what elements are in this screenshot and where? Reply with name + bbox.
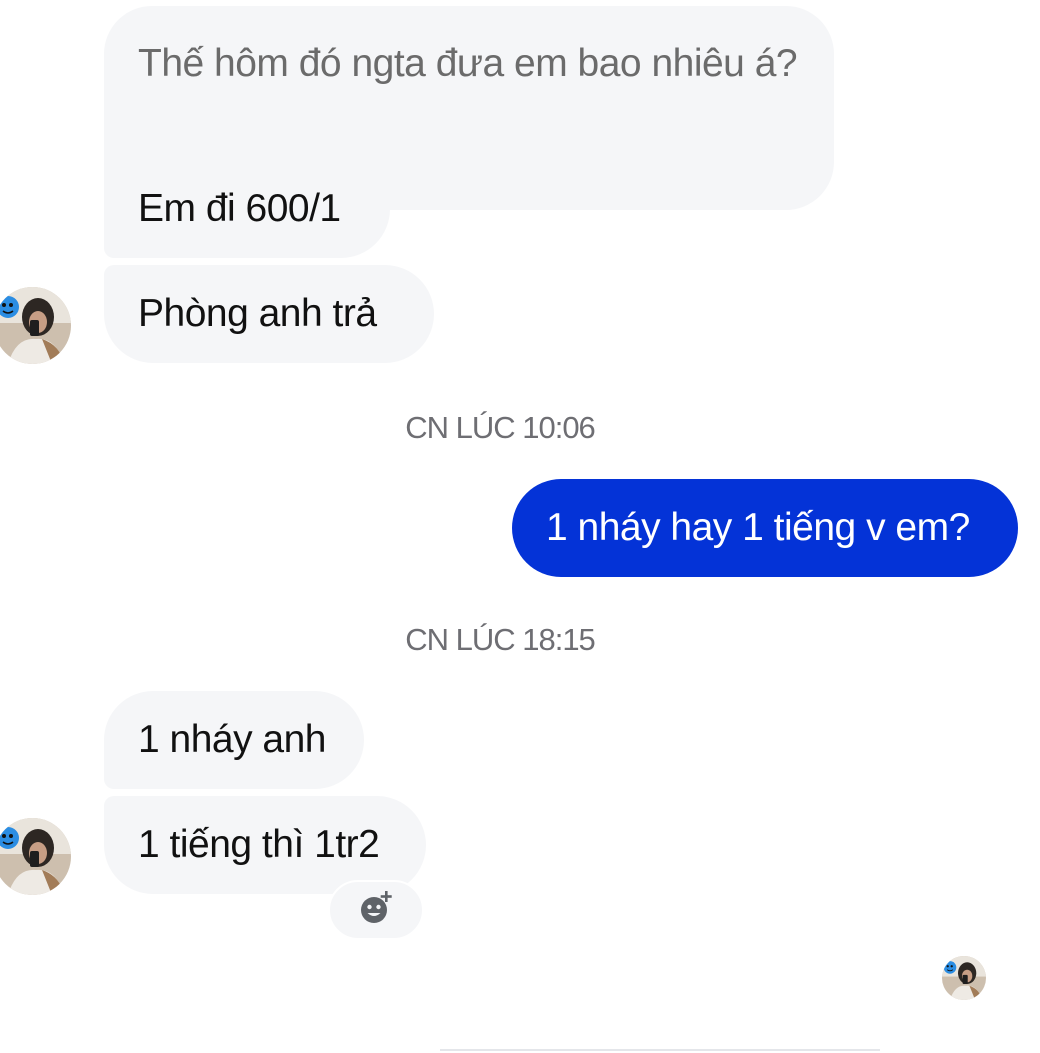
- add-reaction-button[interactable]: [328, 880, 424, 940]
- chat-thread: Thế hôm đó ngta đưa em bao nhiêu á? Em đ…: [0, 0, 1040, 1053]
- message-text: Phòng anh trả: [138, 292, 377, 335]
- add-reaction-icon: [357, 889, 395, 932]
- message-bubble-outgoing[interactable]: 1 nháy hay 1 tiếng v em?: [512, 479, 1018, 577]
- message-text: 1 tiếng thì 1tr2: [138, 823, 380, 866]
- message-bubble-incoming[interactable]: Phòng anh trả: [104, 265, 434, 363]
- timestamp-divider: CN LÚC 10:06: [405, 410, 596, 445]
- contact-avatar-icon[interactable]: [0, 818, 71, 895]
- message-text: 1 nháy hay 1 tiếng v em?: [546, 506, 970, 549]
- message-text: Em đi 600/1: [138, 187, 341, 230]
- timestamp-divider: CN LÚC 18:15: [405, 622, 596, 657]
- seen-avatar-icon: [942, 956, 986, 1000]
- message-bubble-incoming[interactable]: Em đi 600/1: [104, 160, 390, 258]
- message-text: Thế hôm đó ngta đưa em bao nhiêu á?: [138, 42, 798, 85]
- message-text: 1 nháy anh: [138, 718, 327, 761]
- composer-divider: [440, 1049, 880, 1051]
- contact-avatar-icon[interactable]: [0, 287, 71, 364]
- message-bubble-incoming[interactable]: 1 nháy anh: [104, 691, 364, 789]
